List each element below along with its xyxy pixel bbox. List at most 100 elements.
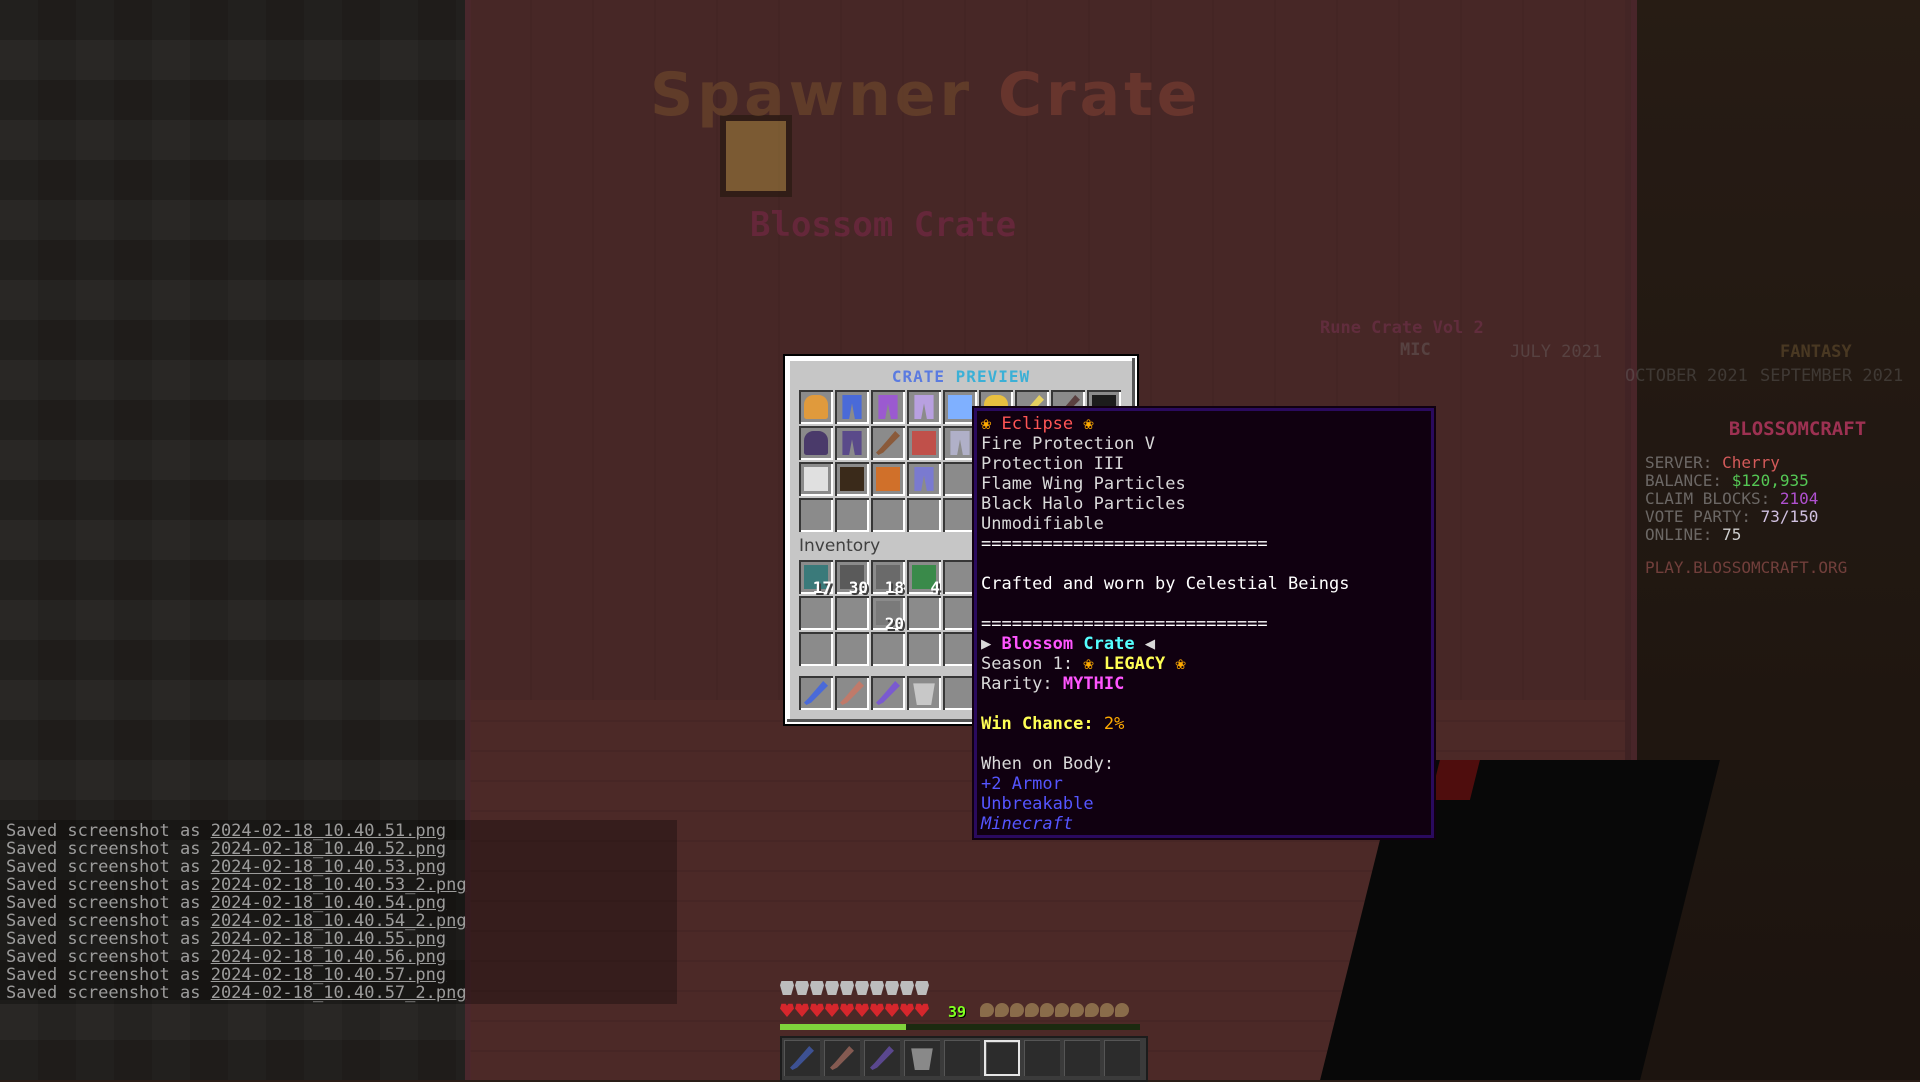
armor-icon [900,981,914,995]
chat-line: Saved screenshot as 2024-02-18_10.40.57.… [6,966,671,984]
inventory-slot[interactable] [835,596,869,630]
chat-line: Saved screenshot as 2024-02-18_10.40.54.… [6,894,671,912]
food-icon [1115,1003,1129,1017]
screenshot-link[interactable]: 2024-02-18_10.40.53_2.png [211,875,467,895]
inventory-label: Inventory [799,536,881,556]
inventory-slot[interactable] [799,676,833,710]
inventory-slot[interactable]: 4 [907,560,941,597]
screenshot-link[interactable]: 2024-02-18_10.40.54.png [211,893,446,913]
screenshot-link[interactable]: 2024-02-18_10.40.51.png [211,821,446,841]
inventory-slot[interactable] [943,426,977,460]
inventory-slot[interactable] [907,426,941,460]
food-icon [1100,1003,1114,1017]
screenshot-link[interactable]: 2024-02-18_10.40.55.png [211,929,446,949]
season-line: Season 1: ❀ LEGACY ❀ [981,654,1427,674]
inventory-slot[interactable] [799,426,833,460]
scoreboard-value: $120,935 [1731,471,1809,490]
flower-icon: ❀ [1175,654,1186,674]
win-value: 2% [1103,714,1125,734]
hotbar-slot[interactable] [1064,1040,1100,1076]
rarity-line: Rarity: MYTHIC [981,674,1427,694]
inventory-slot[interactable] [943,596,977,630]
unbreakable-line: Unbreakable [981,794,1094,814]
inventory-slot[interactable] [835,462,869,496]
inventory-slot[interactable] [799,462,833,496]
inventory-slot[interactable] [907,676,941,710]
scoreboard-row: VOTE PARTY: 73/150 [1645,508,1920,526]
inventory-slot[interactable]: 17 [799,560,833,597]
hotbar-slot[interactable] [1104,1040,1140,1076]
screenshot-link[interactable]: 2024-02-18_10.40.57.png [211,965,446,985]
hotbar-slot[interactable] [904,1040,940,1076]
hotbar-slot[interactable] [984,1040,1020,1076]
inventory-slot[interactable] [943,632,977,666]
hotbar-slot[interactable] [824,1040,860,1076]
scoreboard-key: CLAIM BLOCKS: [1645,489,1780,508]
inventory-slot[interactable]: 18 [871,560,905,597]
chat-line: Saved screenshot as 2024-02-18_10.40.53_… [6,876,671,894]
enchant-line: Black Halo Particles [981,494,1186,514]
inventory-slot[interactable]: 20 [871,596,905,633]
inventory-slot[interactable] [835,632,869,666]
inventory-slot[interactable] [799,596,833,630]
hotbar-slot[interactable] [1024,1040,1060,1076]
armor-icon [885,981,899,995]
heart-icon [795,1003,809,1017]
inventory-slot[interactable] [943,676,977,710]
inventory-slot[interactable] [871,462,905,496]
hotbar-slot[interactable] [784,1040,820,1076]
heart-icon [810,1003,824,1017]
chat-prefix: Saved screenshot as [6,839,211,859]
inventory-slot[interactable] [835,498,869,532]
inventory-slot[interactable] [907,596,941,630]
inventory-slot[interactable] [799,632,833,666]
scoreboard-row: ONLINE: 75 [1645,526,1920,544]
scoreboard-row: BALANCE: $120,935 [1645,472,1920,490]
white-block-icon [804,467,828,491]
chat-prefix: Saved screenshot as [6,857,211,877]
inventory-slot[interactable] [835,390,869,424]
chat-line: Saved screenshot as 2024-02-18_10.40.56.… [6,948,671,966]
hotbar [780,1036,1148,1082]
inventory-slot[interactable] [799,390,833,424]
screenshot-link[interactable]: 2024-02-18_10.40.54_2.png [211,911,467,931]
heart-icon [870,1003,884,1017]
flower-icon: ❀ [981,414,992,434]
flower-icon: ❀ [1083,414,1094,434]
inventory-slot[interactable] [943,498,977,532]
inventory-slot[interactable] [871,390,905,424]
source-line: Minecraft [981,814,1074,834]
gui-title-part: PREVIEW [955,367,1031,386]
armor-icon [780,981,794,995]
inventory-slot[interactable] [907,462,941,496]
inventory-slot[interactable] [871,676,905,710]
hotbar-slot[interactable] [944,1040,980,1076]
screenshot-link[interactable]: 2024-02-18_10.40.56.png [211,947,446,967]
item-count: 18 [884,578,904,597]
inventory-slot[interactable] [871,632,905,666]
inventory-slot[interactable] [943,462,977,496]
screenshot-link[interactable]: 2024-02-18_10.40.53.png [211,857,446,877]
hotbar-slot[interactable] [864,1040,900,1076]
inventory-slot[interactable] [835,426,869,460]
screenshot-link[interactable]: 2024-02-18_10.40.52.png [211,839,446,859]
inventory-slot[interactable] [835,676,869,710]
inventory-slot[interactable] [907,390,941,424]
inventory-slot[interactable] [907,498,941,532]
scoreboard-value: 75 [1722,525,1742,544]
inventory-slot[interactable] [943,560,977,594]
inventory-slot[interactable] [799,498,833,532]
dark-helmet-icon [804,431,828,455]
chat-line: Saved screenshot as 2024-02-18_10.40.51.… [6,822,671,840]
scoreboard: BLOSSOMCRAFT SERVER: Cherry BALANCE: $120… [1645,418,1920,577]
screenshot-link[interactable]: 2024-02-18_10.40.57_2.png [211,983,467,1003]
scoreboard-row: SERVER: Cherry [1645,454,1920,472]
inventory-slot[interactable] [907,632,941,666]
inventory-slot[interactable]: 30 [835,560,869,597]
armor-icon [795,981,809,995]
sword-icon [876,681,900,705]
inventory-slot[interactable] [871,426,905,460]
inventory-slot[interactable] [871,498,905,532]
inventory-slot[interactable] [943,390,977,424]
chat-line: Saved screenshot as 2024-02-18_10.40.54_… [6,912,671,930]
